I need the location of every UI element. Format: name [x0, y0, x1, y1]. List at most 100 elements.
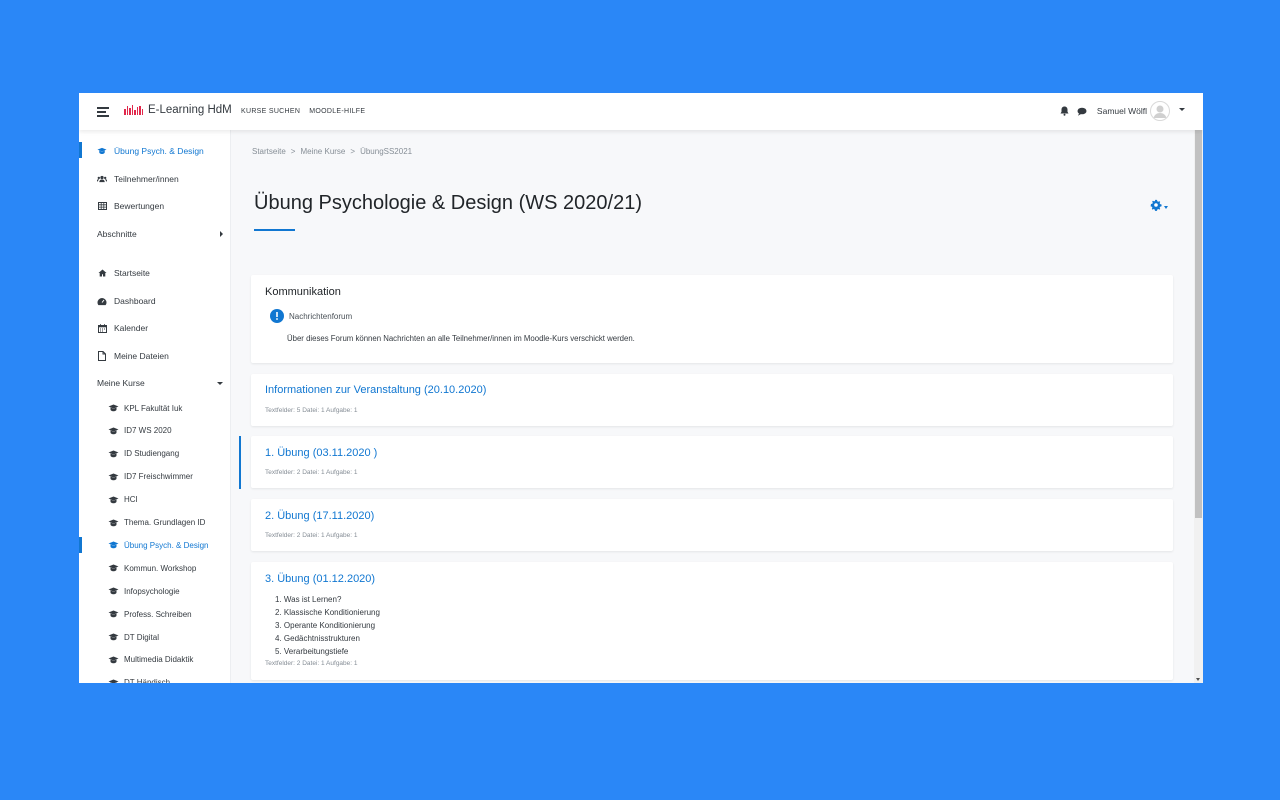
graduation-cap-icon: [108, 587, 119, 595]
sidebar: Übung Psych. & Design Teilnehmer/innen B…: [79, 130, 231, 683]
section-uebung-3: 3. Übung (01.12.2020) 1. Was ist Lernen?…: [251, 562, 1173, 680]
dashboard-icon: [97, 296, 107, 306]
section-uebung-1: 1. Übung (03.11.2020 ) Textfelder: 2 Dat…: [251, 436, 1173, 488]
section-activity-summary: Textfelder: 2 Datei: 1 Aufgabe: 1: [265, 660, 358, 667]
graduation-cap-icon: [108, 404, 119, 412]
sidebar-course-label: Profess. Schreiben: [124, 609, 192, 619]
graduation-cap-icon: [108, 519, 119, 527]
graduation-cap-icon: [108, 496, 119, 504]
sidebar-item-sections[interactable]: Abschnitte: [79, 225, 230, 243]
user-name[interactable]: Samuel Wölfl: [1097, 106, 1147, 116]
sidebar-course-item[interactable]: Infopsychologie: [108, 583, 180, 599]
topic-list: 1. Was ist Lernen? 2. Klassische Konditi…: [275, 593, 380, 658]
top-navbar: E-Learning HdM KURSE SUCHEN MOODLE-HILFE…: [79, 93, 1203, 130]
breadcrumb-my-courses[interactable]: Meine Kurse: [300, 147, 345, 156]
graduation-cap-icon: [108, 656, 119, 664]
forum-description: Über dieses Forum können Nachrichten an …: [287, 334, 635, 343]
section-title-link[interactable]: Informationen zur Veranstaltung (20.10.2…: [265, 384, 486, 396]
forum-link[interactable]: Nachrichtenforum: [270, 309, 352, 323]
sidebar-course-item[interactable]: HCI: [108, 492, 138, 508]
menu-toggle-icon[interactable]: [97, 107, 109, 117]
sidebar-item-my-files[interactable]: Meine Dateien: [79, 347, 230, 365]
sidebar-course-item[interactable]: Thema. Grundlagen ID: [108, 515, 205, 531]
forum-alert-icon: [270, 309, 284, 323]
sidebar-item-grades[interactable]: Bewertungen: [79, 197, 230, 215]
sidebar-item-label: Kalender: [114, 323, 149, 333]
calendar-icon: [97, 323, 107, 333]
sidebar-course-label: ID7 Freischwimmer: [124, 472, 193, 482]
page-scrollbar[interactable]: [1194, 93, 1203, 683]
breadcrumb-course[interactable]: ÜbungSS2021: [360, 147, 412, 156]
graduation-cap-icon: [108, 610, 119, 618]
sidebar-course-item[interactable]: ID7 Freischwimmer: [108, 469, 193, 485]
section-title-link[interactable]: 1. Übung (03.11.2020 ): [265, 447, 377, 459]
sidebar-item-course[interactable]: Übung Psych. & Design: [79, 142, 230, 160]
scroll-down-arrow-icon[interactable]: [1196, 678, 1200, 681]
sidebar-item-dashboard[interactable]: Dashboard: [79, 292, 230, 310]
sidebar-item-participants[interactable]: Teilnehmer/innen: [79, 170, 230, 188]
sidebar-item-label: Abschnitte: [97, 229, 137, 239]
breadcrumb: Startseite > Meine Kurse > ÜbungSS2021: [252, 147, 413, 156]
scrollbar-thumb[interactable]: [1195, 98, 1202, 518]
sidebar-item-label: Meine Dateien: [114, 351, 169, 361]
section-information: Informationen zur Veranstaltung (20.10.2…: [251, 374, 1173, 426]
message-icon[interactable]: [1077, 106, 1087, 116]
table-icon: [97, 201, 107, 211]
sidebar-course-item[interactable]: ID7 WS 2020: [108, 423, 172, 439]
sidebar-course-label: KPL Fakultät Iuk: [124, 403, 183, 413]
sidebar-course-label: Multimedia Didaktik: [124, 655, 194, 665]
sidebar-course-item[interactable]: Multimedia Didaktik: [108, 652, 193, 668]
section-uebung-2: 2. Übung (17.11.2020) Textfelder: 2 Date…: [251, 499, 1173, 551]
sidebar-course-item[interactable]: Übung Psych. & Design: [108, 537, 209, 553]
graduation-cap-icon: [108, 679, 119, 683]
list-item: 3. Operante Konditionierung: [275, 621, 376, 630]
sidebar-course-label: DT Händisch: [124, 678, 171, 683]
file-icon: [97, 351, 107, 361]
sidebar-course-label: Thema. Grundlagen ID: [124, 518, 206, 527]
users-icon: [97, 174, 107, 184]
sidebar-item-home[interactable]: Startseite: [79, 264, 230, 282]
sidebar-course-label: Übung Psych. & Design: [124, 540, 209, 550]
list-item: 2. Klassische Konditionierung: [275, 608, 380, 617]
section-title-link[interactable]: 2. Übung (17.11.2020): [265, 510, 374, 522]
sidebar-course-label: ID7 WS 2020: [124, 426, 172, 436]
nav-link-kurse-suchen[interactable]: KURSE SUCHEN: [241, 108, 300, 115]
sidebar-course-item[interactable]: DT Digital: [108, 629, 159, 645]
chevron-down-icon: [217, 381, 223, 385]
bell-icon[interactable]: [1060, 106, 1070, 116]
course-settings-menu[interactable]: [1150, 198, 1168, 216]
sidebar-item-label: Dashboard: [114, 296, 156, 306]
page-title: Übung Psychologie & Design (WS 2020/21): [254, 192, 642, 214]
section-title: Kommunikation: [265, 286, 341, 298]
sidebar-item-label: Meine Kurse: [97, 378, 145, 388]
breadcrumb-home[interactable]: Startseite: [252, 147, 286, 156]
section-title-link[interactable]: 3. Übung (01.12.2020): [265, 573, 375, 585]
user-menu-chevron-down-icon[interactable]: [1179, 107, 1185, 111]
list-item: 4. Gedächtnisstrukturen: [275, 634, 360, 643]
sidebar-item-label: Startseite: [114, 268, 150, 278]
browser-window: E-Learning HdM KURSE SUCHEN MOODLE-HILFE…: [79, 93, 1203, 683]
nav-link-moodle-hilfe[interactable]: MOODLE-HILFE: [309, 108, 365, 115]
sidebar-course-item[interactable]: DT Händisch: [108, 675, 170, 683]
graduation-cap-icon: [108, 473, 119, 481]
sidebar-course-label: DT Digital: [124, 632, 159, 642]
section-scroll-indicator: [239, 436, 241, 489]
avatar[interactable]: [1150, 101, 1170, 121]
sidebar-item-calendar[interactable]: Kalender: [79, 319, 230, 337]
graduation-cap-icon: [108, 564, 119, 572]
brand[interactable]: E-Learning HdM: [124, 104, 232, 116]
graduation-cap-icon: [108, 633, 119, 641]
sidebar-item-my-courses[interactable]: Meine Kurse: [79, 374, 230, 392]
graduation-cap-icon: [108, 450, 119, 458]
sidebar-course-item[interactable]: Profess. Schreiben: [108, 606, 192, 622]
title-underline: [254, 229, 295, 231]
graduation-cap-icon: [108, 541, 119, 549]
sidebar-course-item[interactable]: KPL Fakultät Iuk: [108, 400, 182, 416]
sidebar-course-item[interactable]: ID Studiengang: [108, 446, 179, 462]
chevron-down-icon: [1164, 205, 1168, 209]
list-item: 1. Was ist Lernen?: [275, 595, 342, 604]
sidebar-course-item[interactable]: Kommun. Workshop: [108, 560, 196, 576]
hdm-logo-icon: [124, 105, 144, 115]
graduation-cap-icon: [108, 427, 119, 435]
section-activity-summary: Textfelder: 2 Datei: 1 Aufgabe: 1: [265, 532, 358, 539]
